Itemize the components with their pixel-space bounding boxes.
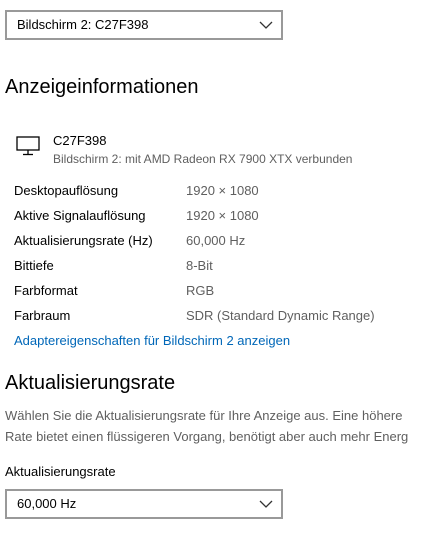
info-value: 60,000 Hz [186,233,246,248]
info-value: 1920 × 1080 [186,208,259,223]
info-row-desktop-resolution: Desktopauflösung 1920 × 1080 [14,183,424,203]
info-label: Bittiefe [14,258,54,273]
monitor-name: C27F398 [53,133,107,148]
monitor-icon [16,136,40,156]
info-label: Aktive Signalauflösung [14,208,146,223]
info-label: Farbformat [14,283,78,298]
info-label: Desktopauflösung [14,183,119,198]
monitor-connection-info: Bildschirm 2: mit AMD Radeon RX 7900 XTX… [53,152,353,166]
chevron-down-icon [259,21,273,29]
info-value: 1920 × 1080 [186,183,259,198]
refresh-rate-description: Wählen Sie die Aktualisierungsrate für I… [5,405,434,447]
description-line: Rate bietet einen flüssigeren Vorgang, b… [5,429,409,444]
description-line: Wählen Sie die Aktualisierungsrate für I… [5,408,403,423]
display-info-heading: Anzeigeinformationen [5,76,199,98]
info-label: Aktualisierungsrate (Hz) [14,233,153,248]
info-value: RGB [186,283,215,298]
chevron-down-icon [259,500,273,508]
display-selector-dropdown[interactable]: Bildschirm 2: C27F398 [5,10,283,40]
refresh-rate-field-label: Aktualisierungsrate [5,464,116,479]
adapter-properties-link[interactable]: Adaptereigenschaften für Bildschirm 2 an… [14,333,290,348]
display-selector-value: Bildschirm 2: C27F398 [17,17,149,32]
info-value: SDR (Standard Dynamic Range) [186,308,375,323]
info-row-active-signal-resolution: Aktive Signalauflösung 1920 × 1080 [14,208,424,228]
info-row-color-space: Farbraum SDR (Standard Dynamic Range) [14,308,424,328]
info-value: 8-Bit [186,258,213,273]
info-row-bit-depth: Bittiefe 8-Bit [14,258,424,278]
info-label: Farbraum [14,308,71,323]
refresh-rate-value: 60,000 Hz [17,496,77,511]
refresh-rate-heading: Aktualisierungsrate [5,372,176,394]
info-row-refresh-rate: Aktualisierungsrate (Hz) 60,000 Hz [14,233,424,253]
info-row-color-format: Farbformat RGB [14,283,424,303]
refresh-rate-dropdown[interactable]: 60,000 Hz [5,489,283,519]
